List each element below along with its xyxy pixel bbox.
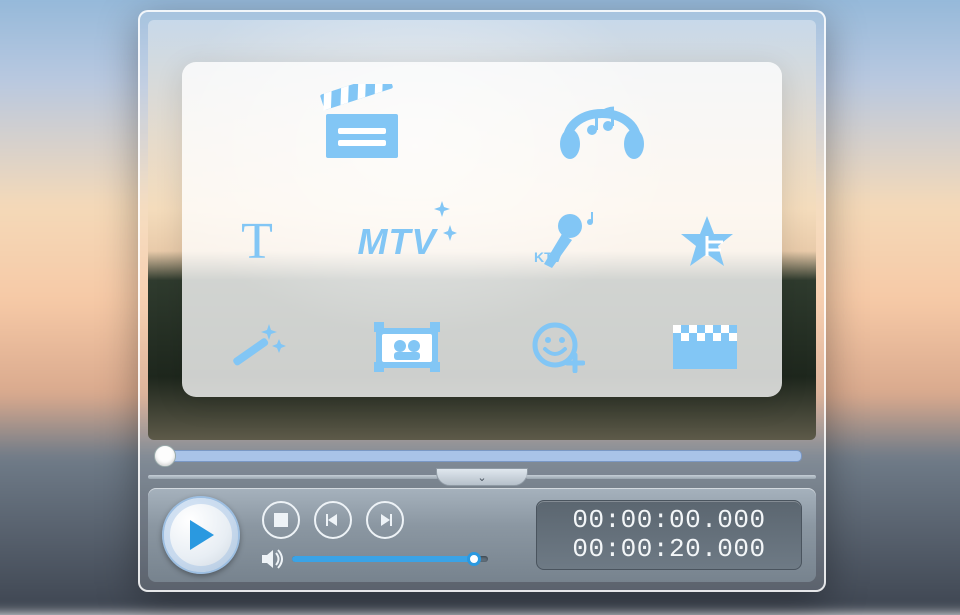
stop-icon: [274, 513, 288, 527]
tool-headphones-music[interactable]: [552, 84, 652, 164]
control-bar: 00:00:00.000 00:00:20.000: [148, 488, 816, 582]
tool-row-2: T MTV: [212, 212, 752, 272]
timeline-scrub[interactable]: [148, 446, 816, 464]
mosaic-icon: [673, 325, 737, 369]
tool-ktv[interactable]: KTV: [522, 212, 612, 272]
tool-mosaic[interactable]: [668, 319, 742, 375]
tool-star-effects[interactable]: [672, 212, 742, 272]
step-back-icon: [325, 512, 341, 528]
volume-row: [262, 549, 488, 569]
play-icon: [186, 518, 216, 552]
frame-icon: [374, 322, 440, 372]
emoji-add-icon: [531, 321, 585, 373]
next-frame-button[interactable]: [366, 501, 404, 539]
tool-add-emoji[interactable]: [523, 319, 593, 375]
tool-magic-wand[interactable]: [222, 319, 292, 375]
mtv-label: MTV: [358, 221, 437, 263]
step-forward-icon: [377, 512, 393, 528]
star-icon: [677, 214, 737, 270]
tool-row-1: [212, 84, 752, 164]
secondary-controls: [262, 501, 488, 569]
volume-thumb[interactable]: [467, 552, 481, 566]
wand-icon: [227, 322, 287, 372]
clapper-icon: [314, 84, 410, 164]
tool-clapper[interactable]: [312, 84, 412, 164]
volume-icon[interactable]: [262, 549, 284, 569]
collapse-handle[interactable]: ⌄: [436, 468, 528, 486]
volume-fill: [292, 556, 474, 562]
panel-separator: ⌄: [148, 468, 816, 486]
tool-text[interactable]: T: [222, 212, 292, 272]
sep-line-left: [148, 475, 438, 479]
volume-slider[interactable]: [292, 552, 488, 566]
player-window: T MTV: [138, 10, 826, 592]
transport-buttons: [262, 501, 488, 539]
stop-button[interactable]: [262, 501, 300, 539]
microphone-icon: KTV: [532, 212, 602, 272]
scrub-track: [162, 450, 802, 462]
play-button[interactable]: [162, 496, 240, 574]
time-display: 00:00:00.000 00:00:20.000: [536, 500, 802, 570]
svg-text:T: T: [241, 214, 273, 270]
tool-picture-frame[interactable]: [367, 319, 447, 375]
text-icon: T: [229, 214, 285, 270]
scrub-thumb[interactable]: [154, 445, 176, 467]
tool-row-3: [212, 319, 752, 375]
tool-mtv[interactable]: MTV: [352, 212, 462, 272]
time-current: 00:00:00.000: [572, 506, 765, 535]
sep-line-right: [526, 475, 816, 479]
time-total: 00:00:20.000: [572, 535, 765, 564]
tool-panel: T MTV: [182, 62, 782, 397]
chevron-down-icon: ⌄: [477, 471, 486, 484]
prev-frame-button[interactable]: [314, 501, 352, 539]
ktv-label: KTV: [534, 249, 563, 265]
headphones-icon: [552, 84, 652, 164]
preview-area: T MTV: [148, 20, 816, 440]
